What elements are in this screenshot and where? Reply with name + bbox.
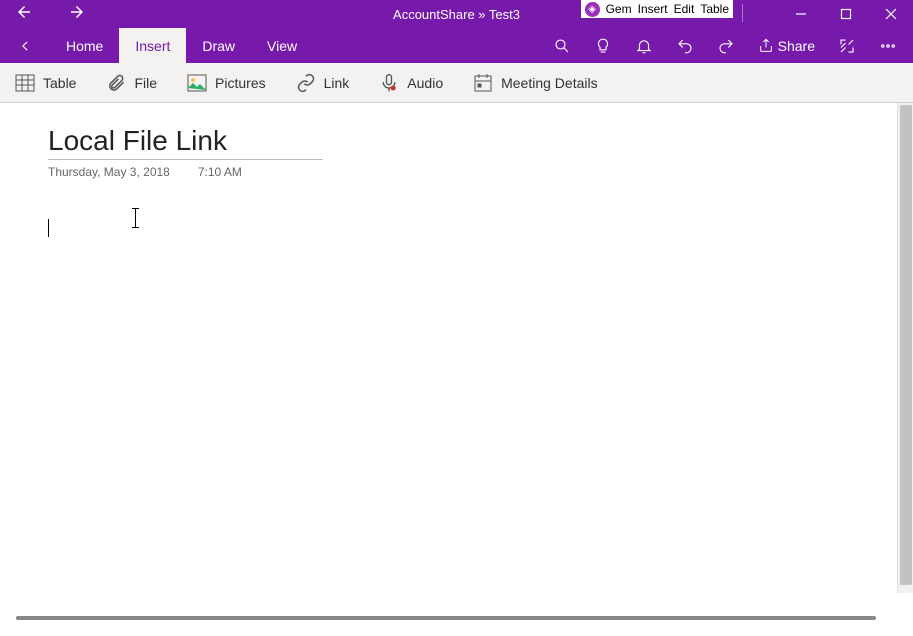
page-title[interactable]: Local File Link	[48, 125, 323, 160]
ribbon-audio[interactable]: Audio	[379, 73, 443, 93]
nav-back-icon[interactable]	[15, 3, 33, 26]
ribbon-file-label: File	[134, 75, 157, 91]
paperclip-icon	[106, 73, 126, 93]
close-button[interactable]	[868, 0, 913, 28]
ribbon-table[interactable]: Table	[15, 73, 76, 93]
picture-icon	[187, 73, 207, 93]
redo-icon[interactable]	[709, 28, 744, 63]
tab-home[interactable]: Home	[50, 28, 119, 63]
microphone-icon	[379, 73, 399, 93]
minimize-button[interactable]	[778, 0, 823, 28]
fullscreen-icon[interactable]	[829, 28, 864, 63]
tab-view[interactable]: View	[251, 28, 313, 63]
addon-item-edit[interactable]: Edit	[674, 2, 695, 16]
search-icon[interactable]	[545, 28, 580, 63]
lightbulb-icon[interactable]	[586, 28, 621, 63]
calendar-icon	[473, 73, 493, 93]
window-title: AccountShare » Test3	[393, 7, 520, 22]
title-bar: AccountShare » Test3 ◈ Gem Insert Edit T…	[0, 0, 913, 28]
share-button[interactable]: Share	[750, 38, 823, 54]
bell-icon[interactable]	[627, 28, 662, 63]
ribbon-file[interactable]: File	[106, 73, 157, 93]
ribbon-link-label: Link	[324, 75, 350, 91]
nav-forward-icon[interactable]	[68, 3, 86, 26]
ribbon-audio-label: Audio	[407, 75, 443, 91]
insert-ribbon: Table File Pictures Link Audio Meeting D…	[0, 63, 913, 103]
back-chevron-button[interactable]	[0, 28, 50, 63]
share-label: Share	[778, 38, 815, 54]
ribbon-table-label: Table	[43, 75, 76, 91]
gem-icon[interactable]: ◈	[585, 2, 600, 17]
note-page[interactable]: Local File Link Thursday, May 3, 2018 7:…	[0, 103, 913, 636]
vertical-scrollbar[interactable]	[897, 103, 913, 593]
ribbon-pictures-label: Pictures	[215, 75, 266, 91]
horizontal-scrollbar[interactable]	[16, 616, 876, 620]
addon-item-insert[interactable]: Insert	[638, 2, 668, 16]
addon-item-table[interactable]: Table	[700, 2, 729, 16]
ribbon-tabs: Home Insert Draw View Share	[0, 28, 913, 63]
ribbon-meeting[interactable]: Meeting Details	[473, 73, 598, 93]
table-icon	[15, 73, 35, 93]
ribbon-link[interactable]: Link	[296, 73, 350, 93]
ribbon-meeting-label: Meeting Details	[501, 75, 598, 91]
page-time: 7:10 AM	[198, 165, 242, 179]
separator	[742, 4, 743, 22]
maximize-button[interactable]	[823, 0, 868, 28]
ibeam-pointer	[131, 209, 141, 227]
addon-menu: ◈ Gem Insert Edit Table	[581, 0, 733, 18]
page-date: Thursday, May 3, 2018	[48, 165, 170, 179]
tab-insert[interactable]: Insert	[119, 28, 186, 63]
link-icon	[296, 73, 316, 93]
more-icon[interactable]	[870, 28, 905, 63]
tab-draw[interactable]: Draw	[186, 28, 251, 63]
ribbon-pictures[interactable]: Pictures	[187, 73, 266, 93]
page-meta: Thursday, May 3, 2018 7:10 AM	[48, 165, 242, 179]
text-cursor	[48, 219, 49, 237]
scrollbar-thumb[interactable]	[900, 105, 912, 585]
undo-icon[interactable]	[668, 28, 703, 63]
addon-item-gem[interactable]: Gem	[606, 2, 632, 16]
